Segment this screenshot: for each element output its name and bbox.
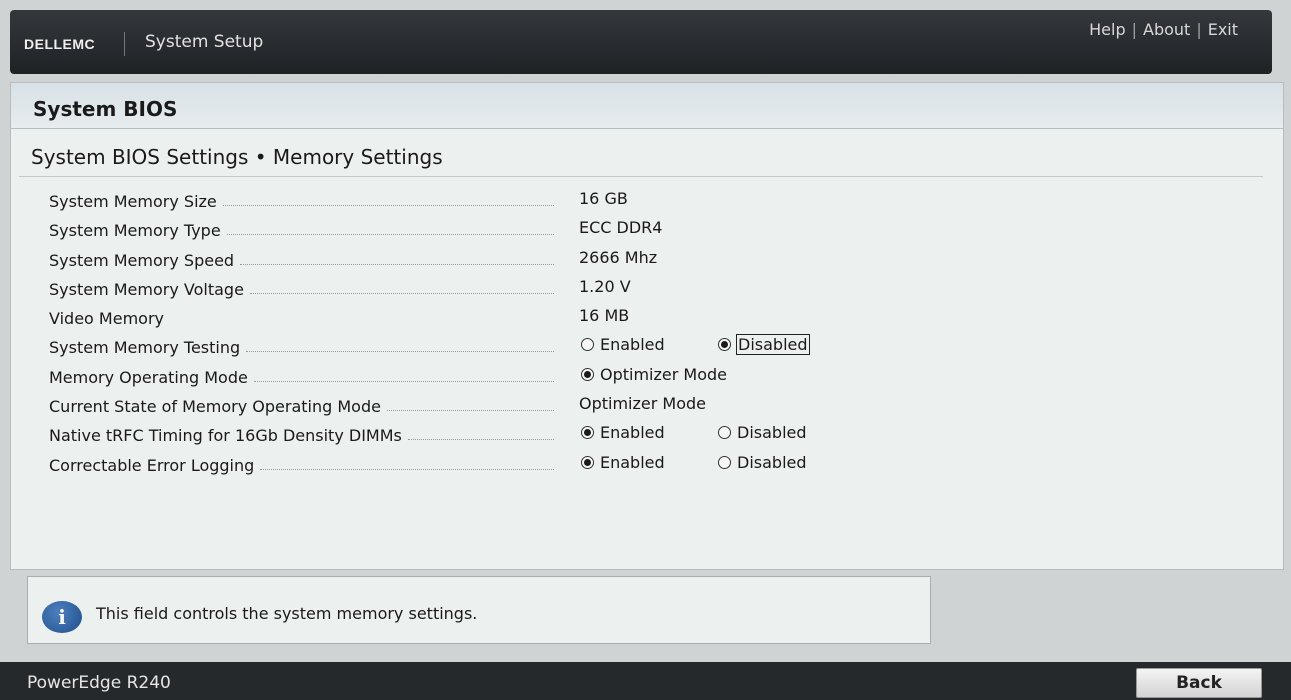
setting-row-current-state: Current State of Memory Operating Mode O… — [49, 394, 849, 423]
exit-link[interactable]: Exit — [1208, 20, 1238, 39]
memory-testing-enabled-radio[interactable]: Enabled — [581, 335, 665, 354]
setting-row-native-trfc: Native tRFC Timing for 16Gb Density DIMM… — [49, 423, 849, 452]
panel-title: System BIOS — [11, 83, 1283, 129]
link-separator: | — [1131, 20, 1137, 39]
radio-label: Disabled — [737, 452, 807, 472]
setting-label: System Memory Testing — [49, 338, 241, 358]
radio-label: Disabled — [736, 334, 810, 356]
native-trfc-disabled-radio[interactable]: Disabled — [718, 423, 807, 442]
error-logging-enabled-radio[interactable]: Enabled — [581, 453, 665, 472]
radio-checked-icon — [718, 338, 731, 352]
dotted-leader — [249, 292, 554, 294]
setting-value: 2666 Mhz — [579, 247, 658, 267]
header-bar: DELLEMC System Setup Help | About | Exit — [10, 10, 1272, 74]
native-trfc-enabled-radio[interactable]: Enabled — [581, 423, 665, 442]
dotted-leader — [253, 380, 554, 382]
dotted-leader — [386, 410, 554, 412]
setting-value: Optimizer Mode — [579, 394, 706, 414]
setting-row-memory-size: System Memory Size 16 GB — [49, 189, 849, 218]
radio-unchecked-icon — [718, 455, 731, 469]
radio-checked-icon — [581, 455, 594, 469]
optimizer-mode-radio[interactable]: Optimizer Mode — [581, 365, 727, 384]
info-icon: i — [42, 601, 82, 633]
about-link[interactable]: About — [1143, 20, 1190, 39]
setting-label: System Memory Type — [49, 221, 221, 241]
setting-value: 1.20 V — [579, 276, 631, 296]
radio-checked-icon — [581, 367, 594, 381]
memory-testing-disabled-radio[interactable]: Disabled — [718, 334, 810, 356]
dotted-leader — [222, 205, 554, 206]
setting-row-memory-voltage: System Memory Voltage 1.20 V — [49, 277, 849, 306]
header-links: Help | About | Exit — [1089, 20, 1238, 39]
dotted-leader — [246, 351, 554, 353]
setting-row-error-logging: Correctable Error Logging Enabled Disabl… — [49, 453, 849, 482]
header-divider — [124, 32, 125, 56]
dotted-leader — [260, 468, 554, 470]
app-title: System Setup — [145, 32, 264, 52]
system-model: PowerEdge R240 — [27, 673, 171, 693]
setting-row-memory-type: System Memory Type ECC DDR4 — [49, 218, 849, 247]
setting-row-memory-speed: System Memory Speed 2666 Mhz — [49, 248, 849, 277]
setting-row-video-memory: Video Memory 16 MB — [49, 306, 849, 335]
radio-label: Enabled — [600, 335, 665, 355]
link-separator: | — [1196, 20, 1202, 39]
setting-label: Correctable Error Logging — [49, 455, 255, 475]
setting-value: 16 MB — [579, 306, 630, 326]
dotted-leader — [226, 234, 554, 236]
breadcrumb-divider — [19, 176, 1263, 177]
dotted-leader — [240, 263, 554, 265]
setting-row-memory-testing: System Memory Testing Enabled Disabled — [49, 334, 849, 364]
error-logging-disabled-radio[interactable]: Disabled — [718, 453, 807, 472]
radio-unchecked-icon — [581, 338, 594, 352]
setting-value: ECC DDR4 — [579, 218, 663, 238]
dotted-leader — [407, 439, 554, 441]
setting-label: Native tRFC Timing for 16Gb Density DIMM… — [49, 426, 402, 446]
setting-value: 16 GB — [579, 189, 628, 208]
back-button[interactable]: Back — [1136, 668, 1262, 698]
help-box: i This field controls the system memory … — [27, 576, 931, 644]
setting-label: System Memory Voltage — [49, 279, 244, 299]
radio-label: Enabled — [600, 423, 665, 443]
dotted-leader — [170, 322, 554, 323]
main-panel: System BIOS System BIOS Settings • Memor… — [10, 82, 1284, 570]
radio-checked-icon — [581, 426, 594, 440]
setting-label: System Memory Speed — [49, 250, 235, 270]
settings-list: System Memory Size 16 GB System Memory T… — [49, 189, 849, 482]
radio-label: Optimizer Mode — [600, 364, 727, 384]
radio-label: Disabled — [737, 423, 807, 443]
setting-label: Video Memory — [49, 309, 164, 329]
radio-unchecked-icon — [718, 426, 731, 440]
help-link[interactable]: Help — [1089, 20, 1125, 39]
setting-label: Memory Operating Mode — [49, 367, 248, 387]
setting-row-operating-mode: Memory Operating Mode Optimizer Mode — [49, 365, 849, 394]
breadcrumb: System BIOS Settings • Memory Settings — [31, 145, 443, 169]
help-text: This field controls the system memory se… — [96, 604, 478, 623]
setting-label: System Memory Size — [49, 192, 217, 211]
radio-label: Enabled — [600, 452, 665, 472]
setting-label: Current State of Memory Operating Mode — [49, 397, 381, 417]
dell-emc-logo: DELLEMC — [24, 36, 96, 52]
footer-bar: PowerEdge R240 Back — [0, 662, 1291, 700]
